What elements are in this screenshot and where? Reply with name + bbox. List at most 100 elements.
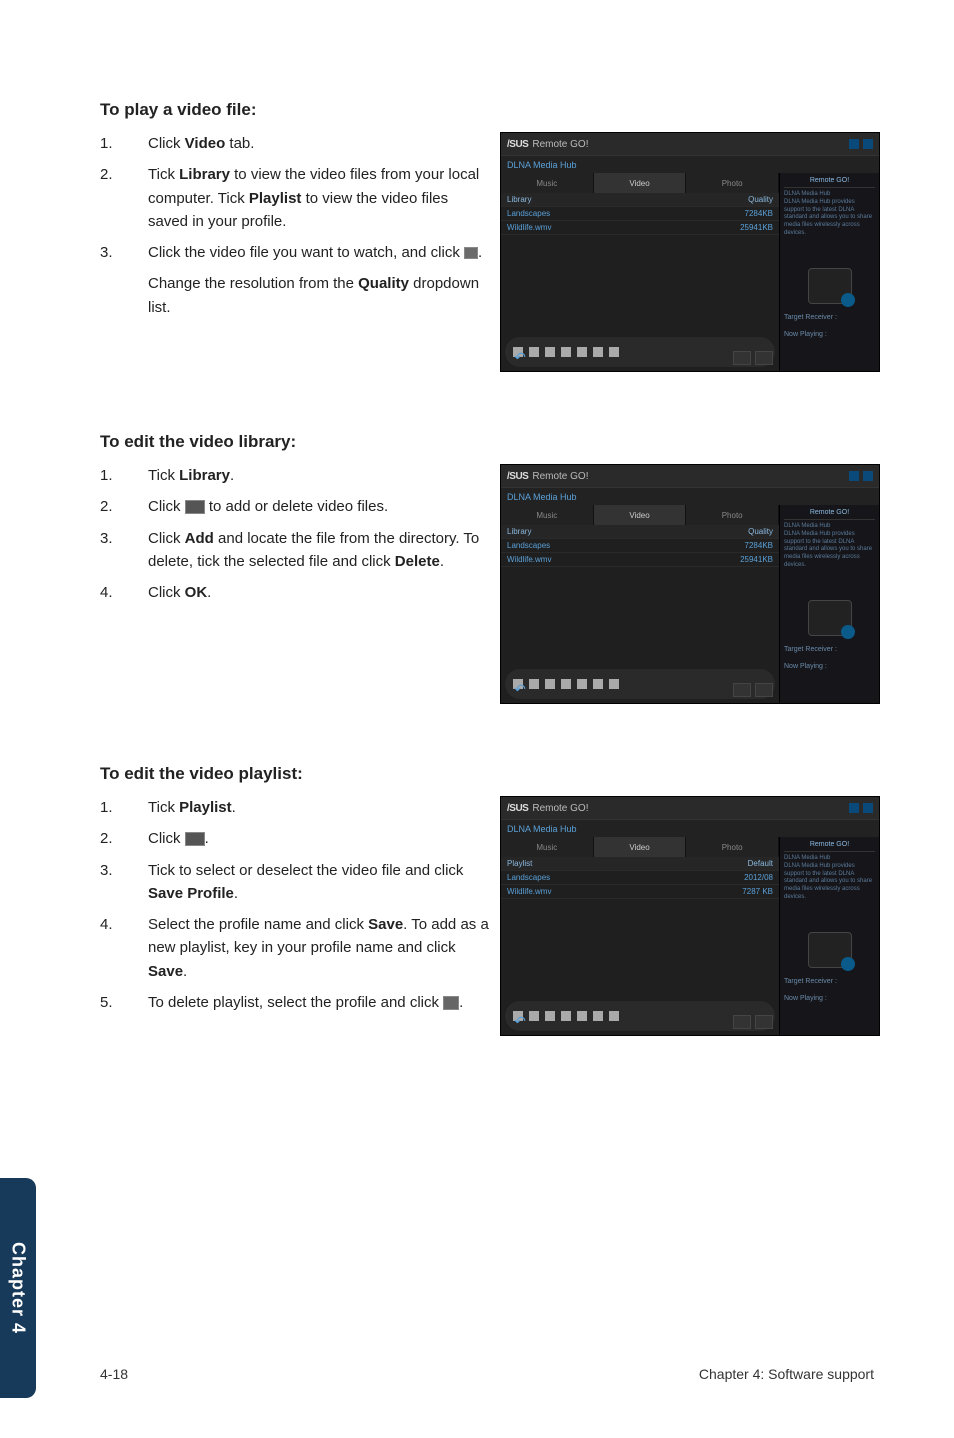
text: Click the video file you want to watch, … — [148, 244, 464, 261]
chapter-tab: Chapter 4 — [0, 1178, 36, 1398]
side-title: Remote GO! — [784, 509, 875, 520]
list-item: 1. Tick Library. — [100, 464, 490, 487]
bold-text: Quality — [358, 275, 409, 292]
now-playing-label: Now Playing : — [784, 331, 875, 338]
prev-icon — [545, 1011, 555, 1021]
section3-heading: To edit the video playlist: — [100, 764, 874, 784]
bold-text: Library — [179, 467, 230, 484]
list-item: 3. Click Add and locate the file from th… — [100, 527, 490, 574]
window-buttons — [849, 471, 873, 481]
side-panel: Remote GO! DLNA Media Hub DLNA Media Hub… — [779, 837, 879, 1035]
section2-heading: To edit the video library: — [100, 432, 874, 452]
list-number: 3. — [100, 527, 148, 574]
footer-title: Chapter 4: Software support — [699, 1366, 874, 1382]
media-tabs: Music Video Photo — [501, 505, 779, 525]
side-heading: DLNA Media Hub — [784, 855, 875, 863]
volume-icon — [609, 679, 619, 689]
bold-text: Playlist — [179, 799, 232, 816]
side-title: Remote GO! — [784, 177, 875, 188]
text: . — [232, 799, 236, 816]
media-tabs: Music Video Photo — [501, 173, 779, 193]
brand-logo: /SUS — [507, 139, 528, 150]
tab-photo: Photo — [686, 837, 779, 857]
list-number: 4. — [100, 913, 148, 983]
text: . — [459, 994, 463, 1011]
text: To delete playlist, select the profile a… — [148, 994, 443, 1011]
play-icon — [561, 347, 571, 357]
cell: Landscapes — [507, 541, 723, 550]
text: . — [207, 584, 211, 601]
list-number: 2. — [100, 163, 148, 233]
list-number: 1. — [100, 464, 148, 487]
screenshot-3: /SUS Remote GO! DLNA Media Hub Music Vid… — [500, 796, 880, 1036]
bold-text: OK — [185, 584, 208, 601]
extra-paragraph: Change the resolution from the Quality d… — [100, 272, 490, 319]
brand-logo: /SUS — [507, 803, 528, 814]
play-icon — [561, 1011, 571, 1021]
window-title: Remote GO! — [532, 471, 588, 482]
text: Tick to select or deselect the video fil… — [148, 862, 463, 879]
play-icon — [464, 247, 478, 259]
list-number: 1. — [100, 132, 148, 155]
bold-text: Delete — [395, 553, 440, 570]
side-heading: DLNA Media Hub — [784, 191, 875, 199]
cell: Landscapes — [507, 873, 723, 882]
bold-text: Save Profile — [148, 885, 234, 902]
section3-list: 1. Tick Playlist. 2. Click . 3. Tick to … — [100, 796, 490, 1014]
text: Click — [148, 584, 185, 601]
tab-music: Music — [501, 505, 594, 525]
list-number: 3. — [100, 859, 148, 906]
cell: Quality — [723, 527, 773, 536]
list-number: 1. — [100, 796, 148, 819]
section2-list: 1. Tick Library. 2. Click to add or dele… — [100, 464, 490, 604]
page-footer: 4-18 Chapter 4: Software support — [100, 1366, 874, 1382]
now-playing-label: Now Playing : — [784, 663, 875, 670]
back-arrow-icon: ↶ — [514, 349, 526, 366]
window-buttons — [849, 803, 873, 813]
close-icon — [863, 139, 873, 149]
text: . — [183, 963, 187, 980]
side-description: DLNA Media Hub provides support to the l… — [784, 531, 875, 570]
cell: 7287 KB — [723, 887, 773, 896]
list-item: 5. To delete playlist, select the profil… — [100, 991, 490, 1014]
side-heading: DLNA Media Hub — [784, 523, 875, 531]
bold-text: Library — [179, 166, 230, 183]
bold-text: Save — [148, 963, 183, 980]
target-receiver-label: Target Receiver : — [784, 646, 875, 653]
target-receiver-label: Target Receiver : — [784, 314, 875, 321]
sub-titlebar: DLNA Media Hub — [501, 155, 879, 173]
prev-icon — [545, 347, 555, 357]
side-panel: Remote GO! DLNA Media Hub DLNA Media Hub… — [779, 173, 879, 371]
list-item: 2. Tick Library to view the video files … — [100, 163, 490, 233]
table-row: LibraryQuality — [501, 525, 779, 539]
edit-icon — [733, 1015, 751, 1029]
side-title: Remote GO! — [784, 841, 875, 852]
close-icon — [863, 471, 873, 481]
side-description: DLNA Media Hub provides support to the l… — [784, 199, 875, 238]
list-item: 2. Click . — [100, 827, 490, 850]
cell: 2012/08 — [723, 873, 773, 882]
minimize-icon — [849, 471, 859, 481]
text: tab. — [225, 135, 254, 152]
stop-icon — [577, 1011, 587, 1021]
table-row: LibraryQuality — [501, 193, 779, 207]
text: Click — [148, 830, 185, 847]
window-title: Remote GO! — [532, 803, 588, 814]
cell: Wildlife.wmv — [507, 555, 723, 564]
side-description: DLNA Media Hub provides support to the l… — [784, 863, 875, 902]
fullscreen-icon — [755, 683, 773, 697]
bold-text: Video — [185, 135, 226, 152]
cell: Wildlife.wmv — [507, 887, 723, 896]
text: . — [478, 244, 482, 261]
window-title: Remote GO! — [532, 139, 588, 150]
bold-text: Save — [368, 916, 403, 933]
text: Tick — [148, 166, 179, 183]
fullscreen-icon — [755, 1015, 773, 1029]
cell: Library — [507, 195, 723, 204]
edit-icon — [185, 832, 205, 846]
tab-video: Video — [594, 173, 687, 193]
list-number: 4. — [100, 581, 148, 604]
list-item: 1. Click Video tab. — [100, 132, 490, 155]
back-arrow-icon: ↶ — [514, 681, 526, 698]
tab-video: Video — [594, 837, 687, 857]
